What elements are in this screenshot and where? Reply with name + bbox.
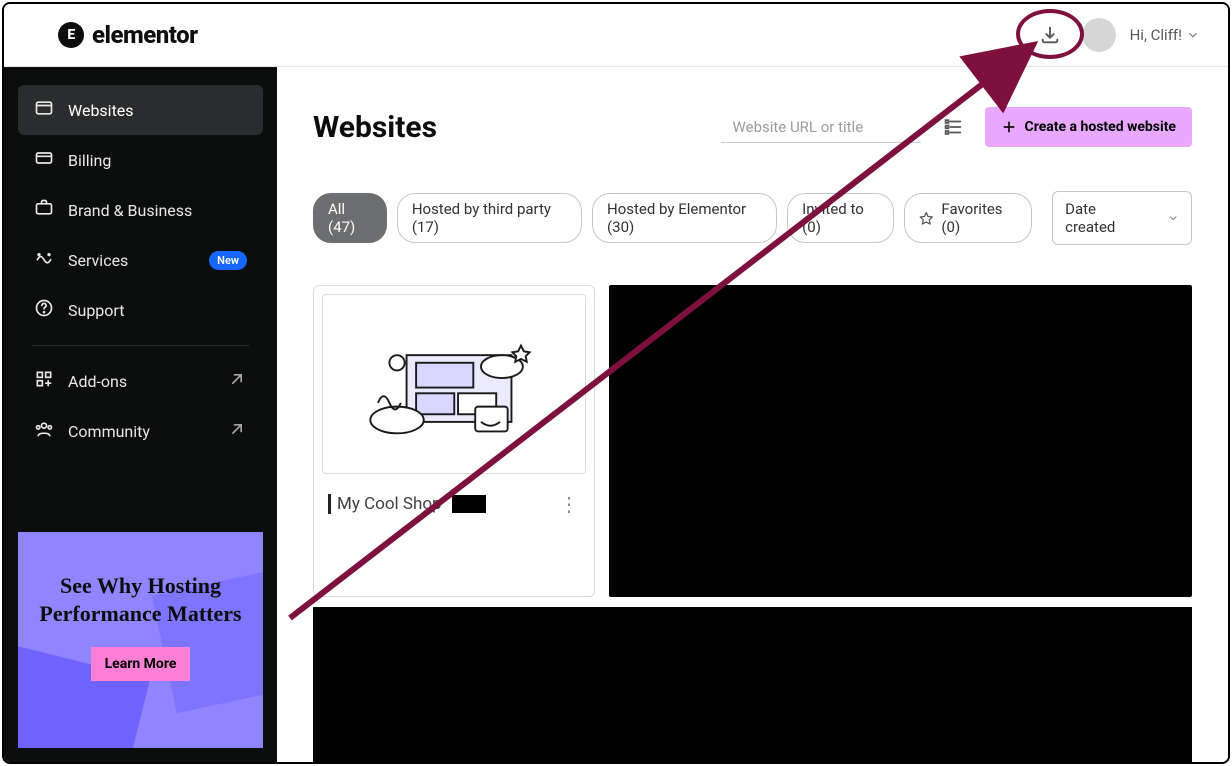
- page-title: Websites: [313, 110, 437, 145]
- redacted-block: [609, 285, 1192, 597]
- sidebar-item-label: Services: [68, 251, 128, 270]
- sidebar: Websites Billing Brand & Business: [4, 67, 277, 762]
- sidebar-item-label: Support: [68, 301, 124, 320]
- help-icon: [34, 298, 54, 322]
- briefcase-icon: [34, 198, 54, 222]
- website-title: My Cool Shop: [328, 494, 486, 514]
- download-icon[interactable]: [1032, 17, 1068, 53]
- filter-chip-label: Favorites (0): [941, 200, 1017, 236]
- filter-chip-elementor[interactable]: Hosted by Elementor (30): [592, 193, 777, 243]
- redacted-block: [452, 495, 486, 513]
- promo-learn-more-button[interactable]: Learn More: [91, 647, 191, 681]
- main-content: Websites Create a hosted website: [277, 67, 1228, 762]
- brand-logo-badge: E: [58, 22, 84, 48]
- plus-icon: [1001, 119, 1017, 135]
- websites-grid: My Cool Shop ⋮: [313, 285, 1192, 597]
- external-link-icon: [227, 419, 247, 443]
- sidebar-item-label: Billing: [68, 151, 111, 170]
- topbar: E elementor Hi, Cliff!: [4, 4, 1228, 67]
- star-icon: [919, 210, 933, 226]
- sort-select-label: Date created: [1065, 200, 1140, 236]
- filter-row: All (47) Hosted by third party (17) Host…: [313, 191, 1192, 245]
- chevron-down-icon: [1167, 211, 1179, 225]
- community-icon: [34, 419, 54, 443]
- filter-chip-favorites[interactable]: Favorites (0): [904, 193, 1032, 243]
- brand-logo[interactable]: E elementor: [58, 21, 198, 49]
- user-greeting[interactable]: Hi, Cliff!: [1130, 26, 1200, 44]
- sort-select[interactable]: Date created: [1052, 191, 1192, 245]
- brand-name: elementor: [92, 21, 198, 49]
- chevron-down-icon: [1186, 28, 1200, 42]
- search-input[interactable]: [733, 118, 932, 136]
- title-indicator: [328, 494, 331, 514]
- sidebar-divider: [32, 345, 249, 346]
- layout-toggle-icon[interactable]: [941, 115, 965, 139]
- sidebar-item-label: Brand & Business: [68, 201, 192, 220]
- sidebar-promo: See Why Hosting Performance Matters Lear…: [18, 532, 263, 748]
- sidebar-item-addons[interactable]: Add-ons: [18, 356, 263, 406]
- filter-chip-all[interactable]: All (47): [313, 193, 387, 243]
- new-badge: New: [209, 251, 247, 270]
- create-website-label: Create a hosted website: [1025, 119, 1176, 135]
- website-card[interactable]: My Cool Shop ⋮: [313, 285, 595, 597]
- create-website-button[interactable]: Create a hosted website: [985, 107, 1192, 147]
- website-thumbnail: [314, 286, 594, 482]
- filter-chip-third-party[interactable]: Hosted by third party (17): [397, 193, 582, 243]
- card-icon: [34, 148, 54, 172]
- website-title-text: My Cool Shop: [337, 494, 442, 514]
- search-box[interactable]: [721, 112, 921, 143]
- sidebar-item-label: Websites: [68, 101, 134, 120]
- sidebar-item-label: Community: [68, 422, 150, 441]
- user-avatar[interactable]: [1082, 18, 1116, 52]
- sidebar-item-websites[interactable]: Websites: [18, 85, 263, 135]
- sidebar-item-services[interactable]: Services New: [18, 235, 263, 285]
- filter-chip-invited[interactable]: Invited to (0): [787, 193, 894, 243]
- redacted-block: [313, 607, 1192, 762]
- browser-icon: [34, 98, 54, 122]
- services-icon: [34, 248, 54, 272]
- sidebar-item-community[interactable]: Community: [18, 406, 263, 456]
- user-greeting-text: Hi, Cliff!: [1130, 26, 1182, 44]
- sidebar-item-support[interactable]: Support: [18, 285, 263, 335]
- external-link-icon: [227, 369, 247, 393]
- sidebar-item-brand[interactable]: Brand & Business: [18, 185, 263, 235]
- promo-headline: See Why Hosting Performance Matters: [18, 572, 263, 627]
- sidebar-item-label: Add-ons: [68, 372, 127, 391]
- addons-icon: [34, 369, 54, 393]
- sidebar-item-billing[interactable]: Billing: [18, 135, 263, 185]
